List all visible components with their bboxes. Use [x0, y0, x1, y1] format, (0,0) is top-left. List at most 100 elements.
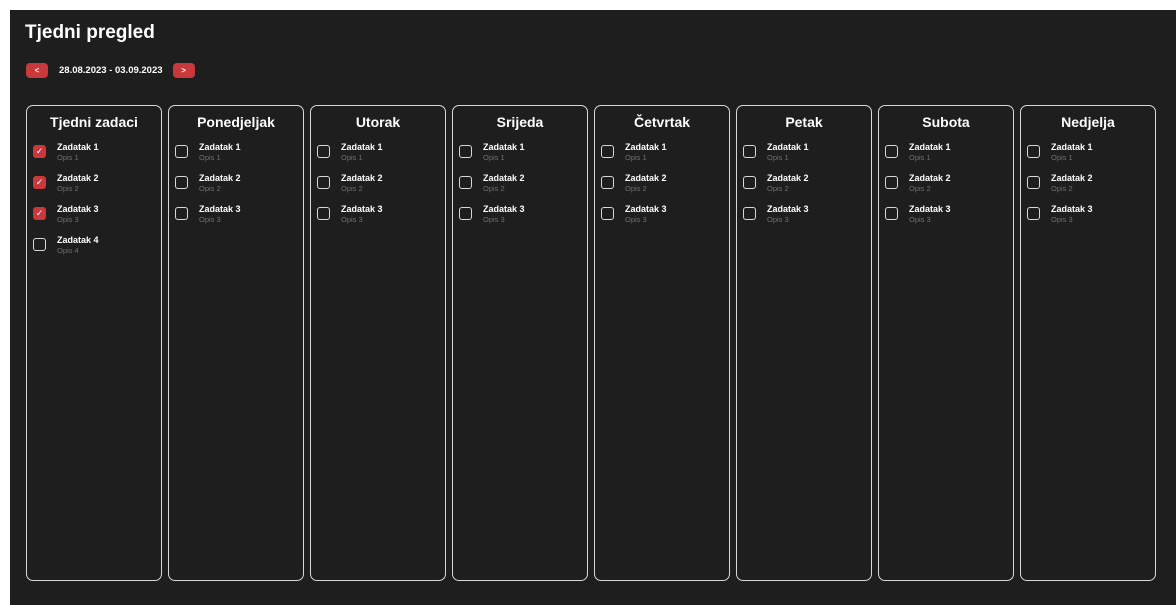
task-checkbox[interactable]: ✓ — [175, 145, 188, 158]
week-range-label: 28.08.2023 - 03.09.2023 — [59, 64, 163, 76]
task-item: ✓ Zadatak 3 Opis 3 — [169, 204, 303, 235]
column-tuesday: Utorak ✓ Zadatak 1 Opis 1 ✓ Zadatak 2 Op… — [310, 105, 446, 581]
task-text: Zadatak 1 Opis 1 — [483, 142, 525, 162]
task-description: Opis 2 — [1051, 184, 1073, 193]
task-text: Zadatak 2 Opis 2 — [767, 173, 809, 193]
checkmark-icon: ✓ — [35, 208, 44, 218]
task-description: Opis 1 — [767, 153, 789, 162]
task-checkbox[interactable]: ✓ — [743, 207, 756, 220]
task-name: Zadatak 3 — [1051, 204, 1093, 214]
column-title: Utorak — [355, 114, 401, 130]
task-name: Zadatak 1 — [625, 142, 667, 152]
task-checkbox[interactable]: ✓ — [317, 176, 330, 189]
task-description: Opis 3 — [625, 215, 647, 224]
week-columns: Tjedni zadaci ✓ Zadatak 1 Opis 1 ✓ Zadat… — [26, 105, 1156, 581]
task-description: Opis 1 — [341, 153, 363, 162]
task-item: ✓ Zadatak 3 Opis 3 — [879, 204, 1013, 235]
task-name: Zadatak 3 — [909, 204, 951, 214]
task-checkbox[interactable]: ✓ — [885, 176, 898, 189]
task-checkbox[interactable]: ✓ — [885, 145, 898, 158]
task-description: Opis 1 — [199, 153, 221, 162]
column-sunday: Nedjelja ✓ Zadatak 1 Opis 1 ✓ Zadatak 2 … — [1020, 105, 1156, 581]
task-text: Zadatak 4 Opis 4 — [57, 235, 99, 255]
task-item: ✓ Zadatak 1 Opis 1 — [453, 142, 587, 173]
task-description: Opis 1 — [909, 153, 931, 162]
task-checkbox[interactable]: ✓ — [33, 176, 46, 189]
task-text: Zadatak 1 Opis 1 — [625, 142, 667, 162]
task-item: ✓ Zadatak 3 Opis 3 — [737, 204, 871, 235]
task-item: ✓ Zadatak 1 Opis 1 — [27, 142, 161, 173]
task-checkbox[interactable]: ✓ — [33, 145, 46, 158]
column-title: Ponedjeljak — [197, 114, 275, 130]
task-text: Zadatak 3 Opis 3 — [1051, 204, 1093, 224]
column-friday: Petak ✓ Zadatak 1 Opis 1 ✓ Zadatak 2 Opi… — [736, 105, 872, 581]
task-text: Zadatak 2 Opis 2 — [57, 173, 99, 193]
task-name: Zadatak 1 — [341, 142, 383, 152]
task-checkbox[interactable]: ✓ — [885, 207, 898, 220]
task-text: Zadatak 2 Opis 2 — [341, 173, 383, 193]
task-checkbox[interactable]: ✓ — [459, 207, 472, 220]
task-description: Opis 3 — [199, 215, 221, 224]
column-title: Nedjelja — [1061, 114, 1115, 130]
task-description: Opis 2 — [909, 184, 931, 193]
task-checkbox[interactable]: ✓ — [601, 145, 614, 158]
checkmark-icon: ✓ — [35, 177, 44, 187]
task-text: Zadatak 1 Opis 1 — [909, 142, 951, 162]
task-name: Zadatak 2 — [1051, 173, 1093, 183]
task-name: Zadatak 2 — [483, 173, 525, 183]
task-checkbox[interactable]: ✓ — [601, 176, 614, 189]
task-checkbox[interactable]: ✓ — [743, 145, 756, 158]
task-description: Opis 2 — [57, 184, 79, 193]
task-text: Zadatak 1 Opis 1 — [341, 142, 383, 162]
task-item: ✓ Zadatak 1 Opis 1 — [1021, 142, 1155, 173]
task-name: Zadatak 2 — [909, 173, 951, 183]
task-checkbox[interactable]: ✓ — [175, 207, 188, 220]
task-item: ✓ Zadatak 4 Opis 4 — [27, 235, 161, 266]
task-name: Zadatak 3 — [625, 204, 667, 214]
task-text: Zadatak 3 Opis 3 — [341, 204, 383, 224]
task-checkbox[interactable]: ✓ — [743, 176, 756, 189]
task-description: Opis 1 — [625, 153, 647, 162]
task-checkbox[interactable]: ✓ — [1027, 207, 1040, 220]
task-name: Zadatak 2 — [199, 173, 241, 183]
task-text: Zadatak 3 Opis 3 — [199, 204, 241, 224]
task-item: ✓ Zadatak 1 Opis 1 — [311, 142, 445, 173]
task-checkbox[interactable]: ✓ — [1027, 145, 1040, 158]
task-name: Zadatak 2 — [625, 173, 667, 183]
task-description: Opis 1 — [483, 153, 505, 162]
column-title: Subota — [922, 114, 970, 130]
task-checkbox[interactable]: ✓ — [459, 145, 472, 158]
task-checkbox[interactable]: ✓ — [175, 176, 188, 189]
column-thursday: Četvrtak ✓ Zadatak 1 Opis 1 ✓ Zadatak 2 … — [594, 105, 730, 581]
task-name: Zadatak 2 — [767, 173, 809, 183]
task-checkbox[interactable]: ✓ — [459, 176, 472, 189]
task-item: ✓ Zadatak 2 Opis 2 — [879, 173, 1013, 204]
task-checkbox[interactable]: ✓ — [33, 238, 46, 251]
task-description: Opis 3 — [1051, 215, 1073, 224]
task-checkbox[interactable]: ✓ — [601, 207, 614, 220]
column-wednesday: Srijeda ✓ Zadatak 1 Opis 1 ✓ Zadatak 2 O… — [452, 105, 588, 581]
next-week-button[interactable]: > — [172, 62, 195, 78]
task-checkbox[interactable]: ✓ — [33, 207, 46, 220]
task-text: Zadatak 2 Opis 2 — [909, 173, 951, 193]
task-name: Zadatak 3 — [57, 204, 99, 214]
task-text: Zadatak 1 Opis 1 — [767, 142, 809, 162]
column-title: Tjedni zadaci — [50, 114, 138, 130]
task-item: ✓ Zadatak 3 Opis 3 — [27, 204, 161, 235]
task-item: ✓ Zadatak 3 Opis 3 — [1021, 204, 1155, 235]
task-description: Opis 3 — [483, 215, 505, 224]
task-text: Zadatak 3 Opis 3 — [57, 204, 99, 224]
task-name: Zadatak 1 — [909, 142, 951, 152]
task-checkbox[interactable]: ✓ — [317, 145, 330, 158]
app-frame: Tjedni pregled < 28.08.2023 - 03.09.2023… — [10, 10, 1176, 605]
task-item: ✓ Zadatak 2 Opis 2 — [453, 173, 587, 204]
task-item: ✓ Zadatak 3 Opis 3 — [595, 204, 729, 235]
task-checkbox[interactable]: ✓ — [1027, 176, 1040, 189]
column-title: Petak — [785, 114, 823, 130]
task-checkbox[interactable]: ✓ — [317, 207, 330, 220]
previous-week-button[interactable]: < — [26, 62, 48, 78]
task-item: ✓ Zadatak 1 Opis 1 — [169, 142, 303, 173]
task-description: Opis 2 — [625, 184, 647, 193]
task-text: Zadatak 2 Opis 2 — [199, 173, 241, 193]
task-name: Zadatak 2 — [57, 173, 99, 183]
